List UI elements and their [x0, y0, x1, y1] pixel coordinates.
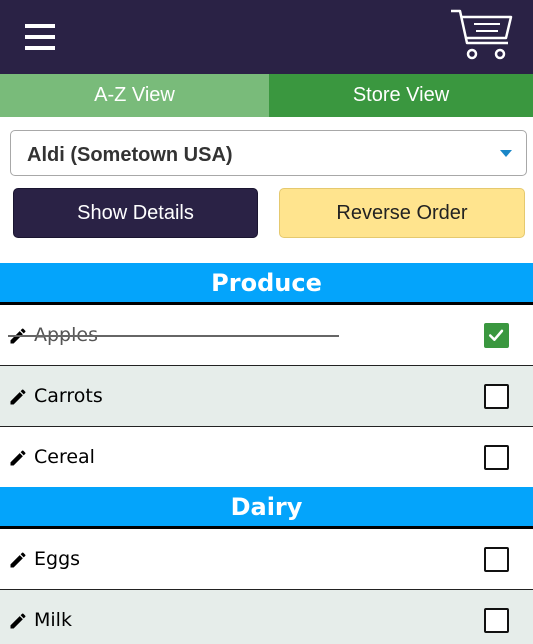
hamburger-menu-icon[interactable] [25, 24, 55, 50]
tab-az-view[interactable]: A-Z View [0, 74, 269, 117]
store-select-value: Aldi (Sometown USA) [27, 144, 233, 166]
pencil-edit-icon[interactable] [8, 448, 28, 468]
list-item: Apples [0, 305, 533, 366]
store-select[interactable]: Aldi (Sometown USA) [10, 130, 527, 176]
tab-store-view[interactable]: Store View [269, 74, 533, 117]
item-name: Eggs [34, 548, 81, 570]
reverse-order-button[interactable]: Reverse Order [279, 188, 525, 238]
view-tabs: A-Z View Store View [0, 74, 533, 117]
strikethrough-line [8, 335, 339, 337]
chevron-down-icon [500, 150, 512, 157]
shopping-cart-icon[interactable] [450, 8, 514, 62]
section-header-produce: Produce [0, 263, 533, 305]
list-item: Milk [0, 590, 533, 644]
item-name: Cereal [34, 446, 95, 468]
show-details-button[interactable]: Show Details [13, 188, 258, 238]
item-checkbox[interactable] [484, 384, 509, 409]
item-name: Milk [34, 609, 72, 631]
item-checkbox[interactable] [484, 608, 509, 633]
pencil-edit-icon[interactable] [8, 387, 28, 407]
list-item: Carrots [0, 366, 533, 427]
checkmark-icon [488, 329, 504, 341]
item-checkbox[interactable] [484, 323, 509, 348]
list-item: Cereal [0, 427, 533, 488]
top-app-bar [0, 0, 533, 74]
list-item: Eggs [0, 529, 533, 590]
section-header-dairy: Dairy [0, 487, 533, 529]
item-checkbox[interactable] [484, 445, 509, 470]
item-name: Carrots [34, 385, 103, 407]
pencil-edit-icon[interactable] [8, 550, 28, 570]
item-checkbox[interactable] [484, 547, 509, 572]
pencil-edit-icon[interactable] [8, 611, 28, 631]
